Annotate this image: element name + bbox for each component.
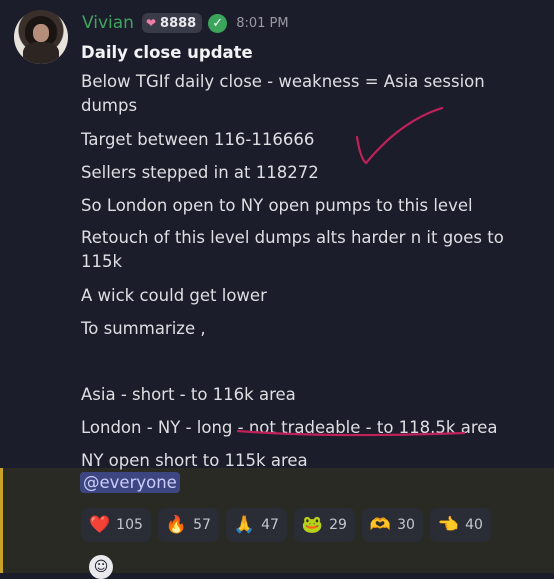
badge-value: 8888 xyxy=(160,15,197,31)
message-line: Target between 116-116666 xyxy=(81,130,315,149)
heart-hands-icon: 🫶 xyxy=(369,515,392,535)
message-content: Daily close update Below TGIf daily clos… xyxy=(81,40,541,477)
reaction-count: 40 xyxy=(465,517,483,533)
mention-highlight-bar xyxy=(0,468,3,573)
server-badge[interactable]: ❤ 8888 xyxy=(141,13,203,33)
reaction-folded-hands[interactable]: 🙏 47 xyxy=(225,508,287,542)
message-line: Retouch of this level dumps alts harder … xyxy=(81,228,504,271)
add-reaction-smiley-icon[interactable]: ☺ xyxy=(89,555,113,579)
message-line: Below TGIf daily close - weakness = Asia… xyxy=(81,72,485,115)
reaction-red-heart[interactable]: ❤️ 105 xyxy=(81,508,151,542)
message-line: So London open to NY open pumps to this … xyxy=(81,196,473,215)
reaction-count: 105 xyxy=(116,517,143,533)
message-line: Sellers stepped in at 118272 xyxy=(81,163,319,182)
avatar[interactable] xyxy=(14,10,68,64)
reaction-count: 47 xyxy=(261,517,279,533)
reaction-count: 57 xyxy=(193,517,211,533)
pointing-hand-icon: 👈 xyxy=(437,515,460,535)
timestamp[interactable]: 8:01 PM xyxy=(236,16,288,31)
message-line: London - NY - long - not tradeable - to … xyxy=(81,418,498,437)
reaction-bar: ❤️ 105 🔥 57 🙏 47 🐸 29 🫶 30 👈 40 xyxy=(81,508,498,542)
reaction-fire[interactable]: 🔥 57 xyxy=(157,508,219,542)
message-header: Vivian ❤ 8888 ✓ 8:01 PM xyxy=(82,12,289,34)
fire-icon: 🔥 xyxy=(165,515,188,535)
reaction-pointing-hand[interactable]: 👈 40 xyxy=(429,508,491,542)
heart-badge-icon: ❤ xyxy=(145,16,157,30)
red-heart-icon: ❤️ xyxy=(89,515,111,535)
username[interactable]: Vivian xyxy=(82,13,134,33)
folded-hands-icon: 🙏 xyxy=(233,515,256,535)
reaction-heart-hands[interactable]: 🫶 30 xyxy=(361,508,423,542)
avatar-body xyxy=(23,42,59,64)
message-title: Daily close update xyxy=(81,43,253,62)
message-line-blank xyxy=(81,345,541,378)
pepe-money-icon: 🐸 xyxy=(301,515,324,535)
reaction-pepe-money[interactable]: 🐸 29 xyxy=(293,508,355,542)
avatar-face xyxy=(33,24,49,42)
reaction-count: 30 xyxy=(397,517,415,533)
everyone-mention[interactable]: @everyone xyxy=(80,472,180,493)
message-line: A wick could get lower xyxy=(81,286,267,305)
verified-check-icon: ✓ xyxy=(208,13,228,33)
message-line: To summarize , xyxy=(81,319,206,338)
reaction-count: 29 xyxy=(329,517,347,533)
message-line: Asia - short - to 116k area xyxy=(81,385,296,404)
